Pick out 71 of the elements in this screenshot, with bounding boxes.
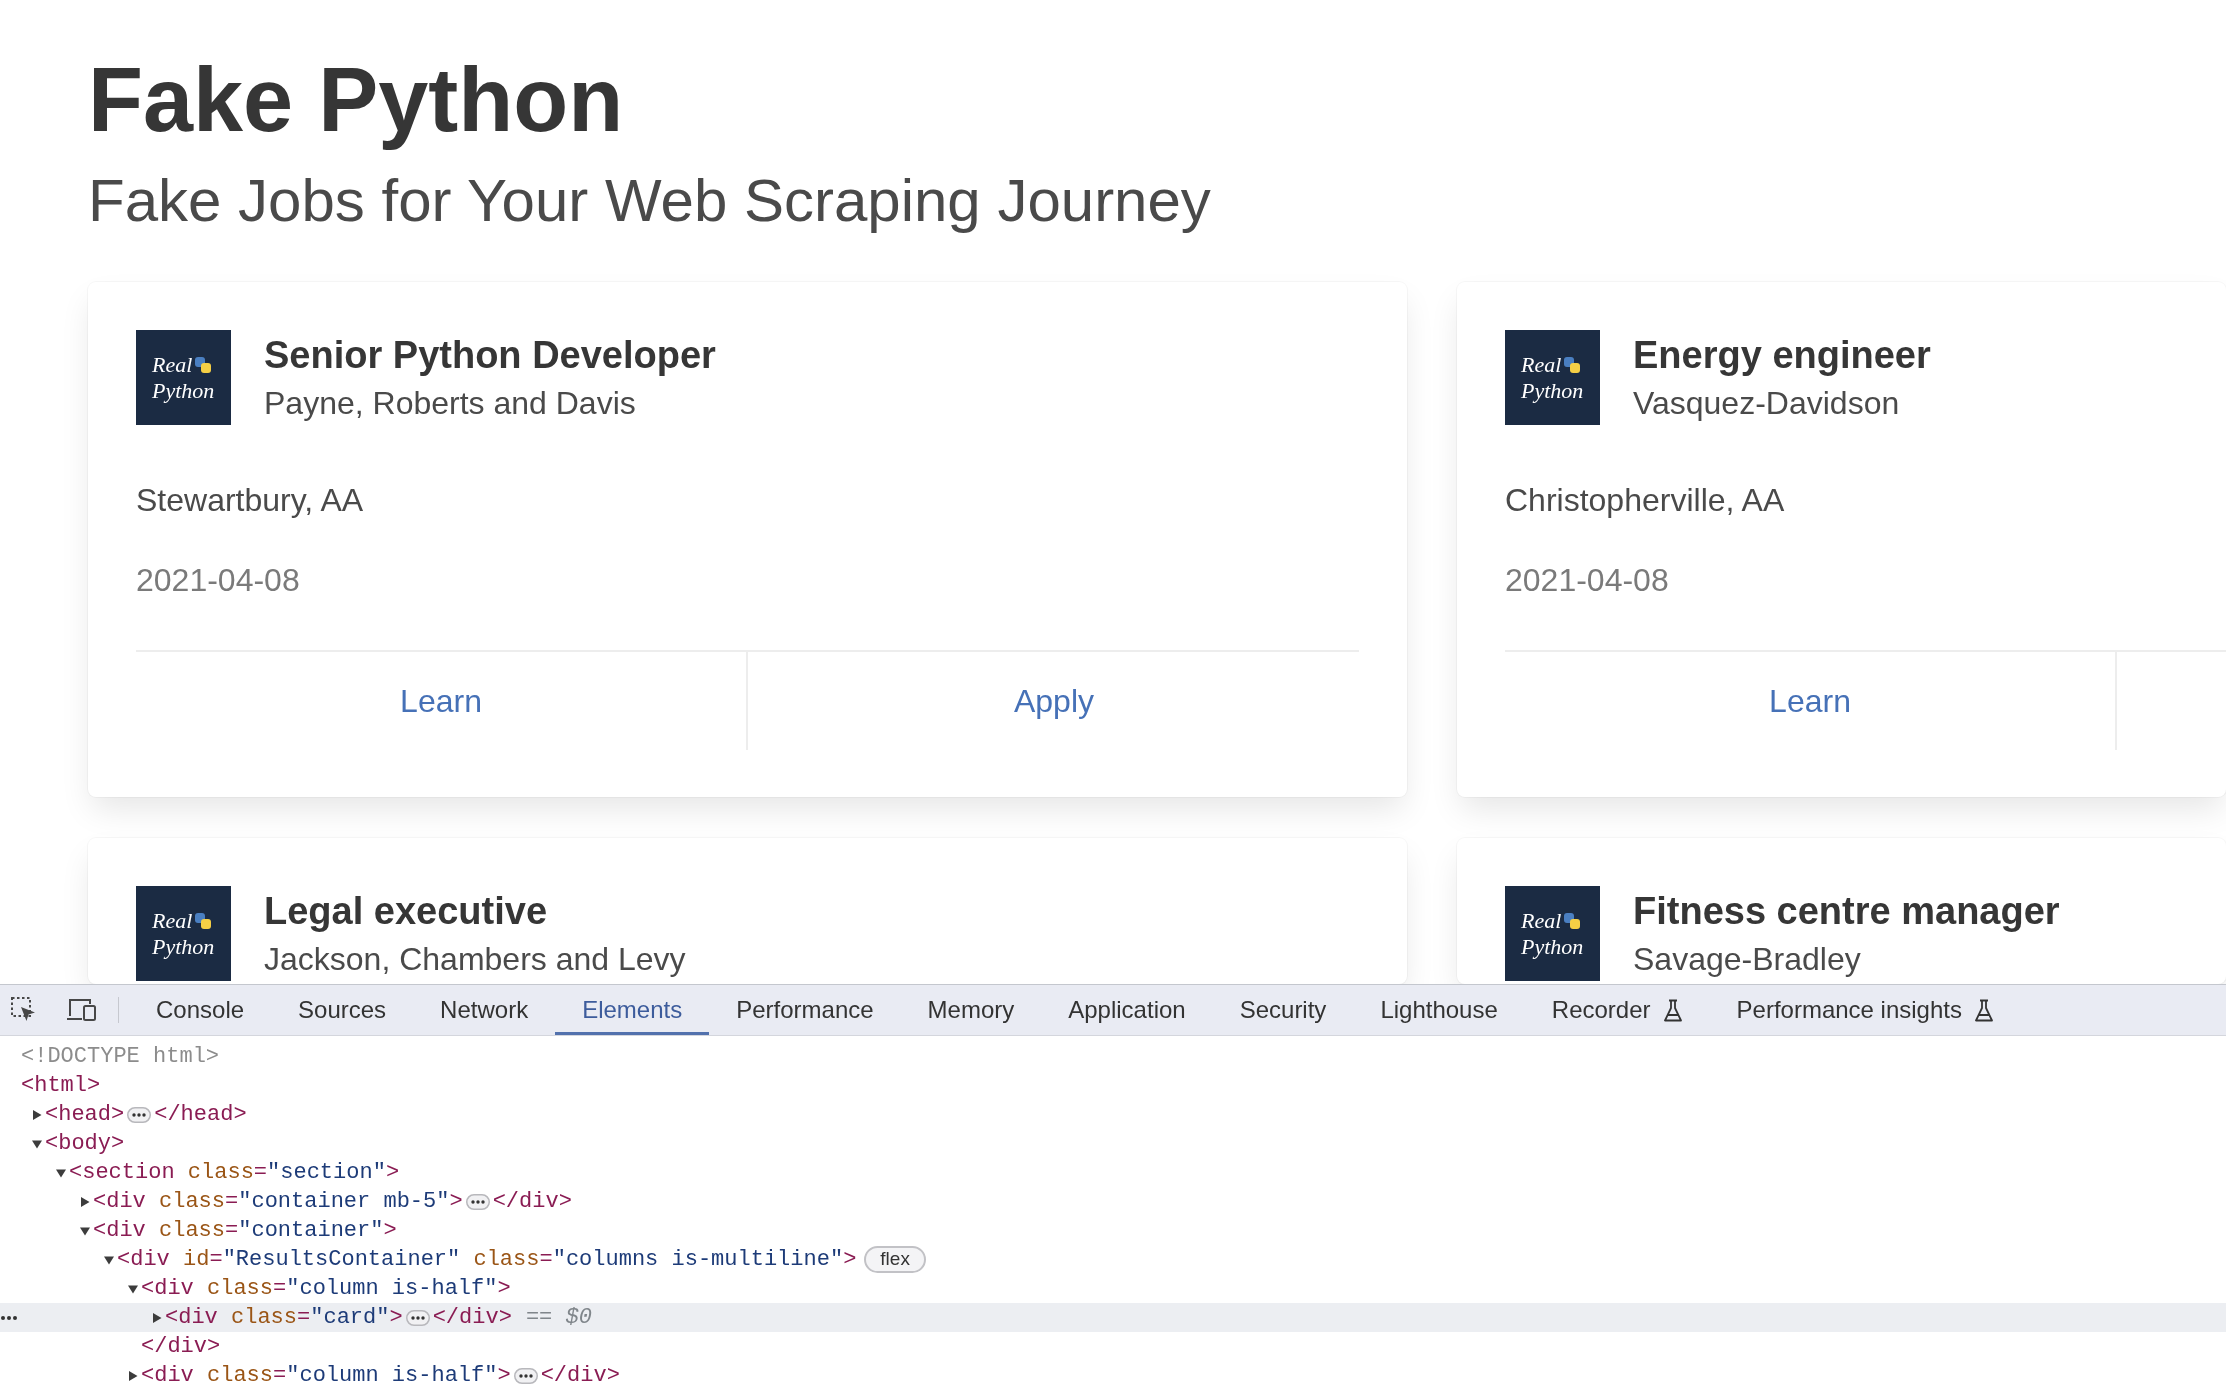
ellipsis-icon[interactable] <box>405 1309 430 1326</box>
two-tone-mark-icon <box>1563 911 1582 930</box>
disclosure-triangle-icon[interactable] <box>80 1225 90 1236</box>
more-options-icon[interactable] <box>0 1315 18 1321</box>
devices-icon[interactable] <box>66 996 98 1024</box>
job-title: Energy engineer <box>1633 333 1931 378</box>
dom-tree-row[interactable]: <html> <box>0 1071 2226 1100</box>
company-name: Jackson, Chambers and Levy <box>264 940 686 979</box>
company-name: Savage-Bradley <box>1633 940 1862 979</box>
logo-text: Python <box>152 933 215 960</box>
devtools-tab[interactable]: Network <box>413 985 556 1035</box>
job-title: Fitness centre manager <box>1633 889 2060 934</box>
logo-text: Python <box>1521 933 1584 960</box>
devtools-tab[interactable]: Security <box>1212 985 1354 1035</box>
dom-tree-row[interactable]: <div class="card"> </div> == $0 <box>0 1303 2226 1332</box>
devtools-tab[interactable]: Console <box>129 985 272 1035</box>
closing-tag: </div> <box>540 1359 620 1392</box>
job-title: Legal executive <box>264 889 549 934</box>
job-location: Stewartbury, AA <box>136 481 365 520</box>
two-tone-mark-icon <box>194 911 213 930</box>
disclosure-triangle-icon[interactable] <box>128 1283 138 1294</box>
node-reference-text: == $0 <box>525 1304 592 1332</box>
dom-tree-row[interactable]: <div id="ResultsContainer" class="columns is-multiline"> flex <box>0 1245 2226 1274</box>
card-footer-link[interactable]: Learn <box>136 652 748 750</box>
logo-text: Python <box>1521 377 1584 404</box>
company-name: Payne, Roberts and Davis <box>264 384 637 423</box>
devtools-tab[interactable]: Lighthouse <box>1353 985 1525 1035</box>
job-title: Senior Python Developer <box>264 333 716 378</box>
page-subtitle: Fake Jobs for Your Web Scraping Journey <box>88 166 1212 236</box>
dom-tree-row[interactable]: <div class="container mb-5"> </div> <box>0 1187 2226 1216</box>
card-footer-link[interactable]: Apply <box>748 652 1360 750</box>
disclosure-triangle-icon[interactable] <box>56 1167 66 1178</box>
logo-text: Python <box>152 377 215 404</box>
two-tone-mark-icon <box>194 355 213 374</box>
closing-tag: </div> <box>492 1185 572 1218</box>
logo-text: Real <box>1521 907 1562 934</box>
dom-tree-row[interactable]: <div class="container"> <box>0 1216 2226 1245</box>
flex-badge[interactable]: flex <box>864 1246 926 1273</box>
logo-text: Real <box>152 351 193 378</box>
disclosure-triangle-icon[interactable] <box>152 1312 162 1323</box>
disclosure-triangle-icon[interactable] <box>128 1370 138 1381</box>
disclosure-triangle-icon[interactable] <box>80 1196 90 1207</box>
dom-tree-row[interactable]: <div class="column is-half"> </div> <box>0 1361 2226 1390</box>
page-title: Fake Python <box>88 50 625 151</box>
posting-date: 2021-04-08 <box>136 561 301 600</box>
disclosure-triangle-icon[interactable] <box>104 1254 114 1265</box>
dom-tree-row[interactable]: <head> </head> <box>0 1100 2226 1129</box>
posting-date: 2021-04-08 <box>1505 561 1670 600</box>
disclosure-triangle-icon[interactable] <box>32 1138 42 1149</box>
cursor-in-box-icon[interactable] <box>10 996 38 1024</box>
devtools-tab[interactable]: Performance <box>709 985 901 1035</box>
devtools-tab[interactable]: Application <box>1041 985 1213 1035</box>
card-footer-link[interactable]: Learn <box>1505 652 2117 750</box>
devtools-tab[interactable]: Sources <box>271 985 414 1035</box>
ellipsis-icon[interactable] <box>127 1106 152 1123</box>
job-location: Christopherville, AA <box>1505 481 1786 520</box>
devtools-tab[interactable]: Recorder <box>1524 985 1710 1035</box>
dom-tree-row[interactable]: <section class="section"> <box>0 1158 2226 1187</box>
doctype-text: <!DOCTYPE html> <box>21 1043 220 1071</box>
company-name: Vasquez-Davidson <box>1633 384 1901 423</box>
devtools-tab[interactable]: Memory <box>900 985 1042 1035</box>
closing-tag: </head> <box>154 1098 247 1131</box>
ellipsis-icon[interactable] <box>465 1193 490 1210</box>
devtools-tab[interactable]: Performance insights <box>1709 985 2021 1035</box>
two-tone-mark-icon <box>1563 355 1582 374</box>
logo-text: Real <box>1521 351 1562 378</box>
dom-tree-row[interactable]: <div class="column is-half"> <box>0 1274 2226 1303</box>
disclosure-triangle-icon[interactable] <box>32 1109 42 1120</box>
ellipsis-icon[interactable] <box>513 1367 538 1384</box>
logo-text: Real <box>152 907 193 934</box>
dom-tree-row[interactable]: <body> <box>0 1129 2226 1158</box>
